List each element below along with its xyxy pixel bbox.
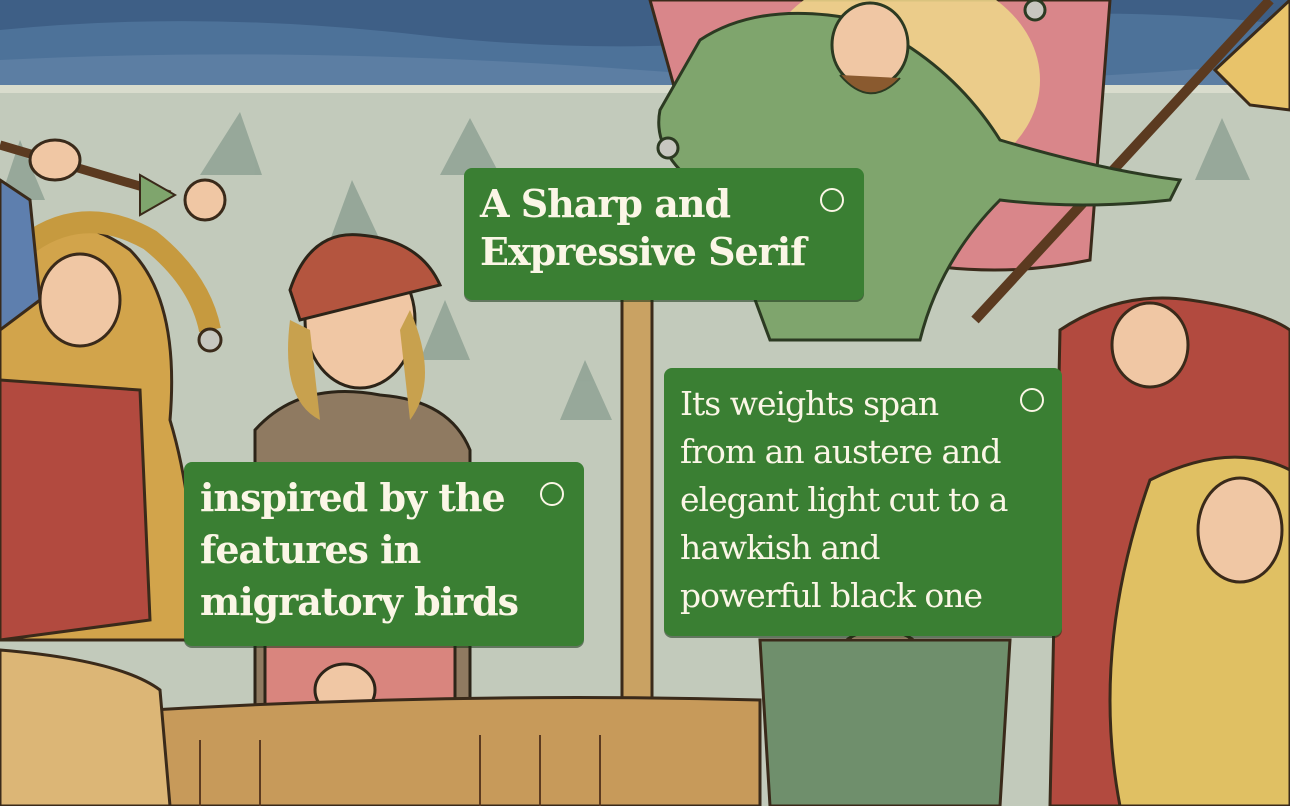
feature-card-migratory-birds: inspired by the features in migratory bi… (184, 462, 584, 646)
radio-indicator[interactable] (820, 188, 844, 212)
card-heading: A Sharp and Expressive Serif (480, 181, 807, 274)
card-body: Its weights span from an austere and ele… (680, 384, 1008, 615)
medieval-ship-of-fools-illustration (0, 0, 1290, 806)
illustration-stage: A Sharp and Expressive Serif inspired by… (0, 0, 1290, 806)
feature-card-weights: Its weights span from an austere and ele… (664, 368, 1062, 636)
feature-card-sharp-serif: A Sharp and Expressive Serif (464, 168, 864, 300)
card-heading: inspired by the features in migratory bi… (200, 475, 519, 624)
radio-indicator[interactable] (540, 482, 564, 506)
radio-indicator[interactable] (1020, 388, 1044, 412)
